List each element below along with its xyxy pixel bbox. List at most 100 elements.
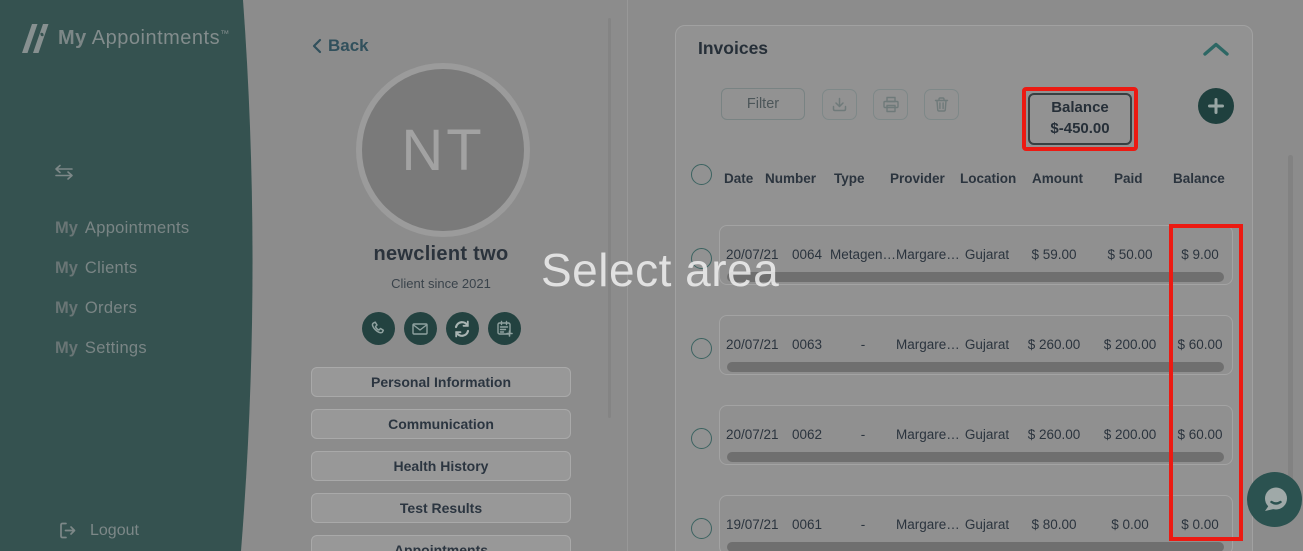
row-select-radio[interactable] <box>691 338 712 359</box>
email-client-button[interactable] <box>404 312 437 345</box>
invoice-progress-bar <box>727 452 1224 462</box>
download-button[interactable] <box>822 89 857 120</box>
client-since: Client since 2021 <box>246 276 636 291</box>
section-appointments-button[interactable]: Appointments <box>311 535 571 551</box>
sync-icon <box>452 319 472 339</box>
section-personal-information-button[interactable]: Personal Information <box>311 367 571 397</box>
filter-button[interactable]: Filter <box>721 88 805 120</box>
sidebar: MyAppointments™ MyAppointments MyClients… <box>0 0 260 551</box>
cell-provider: Margare… <box>896 515 958 535</box>
back-button[interactable]: Back <box>312 36 369 56</box>
cell-number: 0062 <box>792 425 830 445</box>
delete-button[interactable] <box>924 89 959 120</box>
sidebar-item-my-settings[interactable]: MySettings <box>55 339 189 357</box>
call-client-button[interactable] <box>362 312 395 345</box>
header-date: Date <box>724 171 753 186</box>
cell-paid: $ 0.00 <box>1092 515 1168 535</box>
cell-amount: $ 260.00 <box>1016 335 1092 355</box>
sync-client-button[interactable] <box>446 312 479 345</box>
client-profile-panel: Back NT newclient two Client since 2021 <box>246 0 636 551</box>
cell-paid: $ 200.00 <box>1092 335 1168 355</box>
phone-icon <box>369 320 387 338</box>
header-provider: Provider <box>890 171 945 186</box>
invoice-progress-bar <box>727 362 1224 372</box>
client-name: newclient two <box>246 243 636 266</box>
print-icon <box>881 95 901 114</box>
invoice-row[interactable]: 19/07/21 0061 - Margare… Gujarat $ 80.00… <box>719 495 1233 551</box>
cell-number: 0063 <box>792 335 830 355</box>
sidebar-item-my-clients[interactable]: MyClients <box>55 259 189 277</box>
download-icon <box>830 96 849 114</box>
cell-provider: Margare… <box>896 335 958 355</box>
sidebar-nav: MyAppointments MyClients MyOrders MySett… <box>55 219 189 379</box>
row-select-radio[interactable] <box>691 518 712 539</box>
cell-amount: $ 59.00 <box>1016 245 1092 265</box>
cell-number: 0061 <box>792 515 830 535</box>
back-chevron-icon <box>312 38 322 54</box>
cell-balance: $ 0.00 <box>1168 515 1232 535</box>
balance-value: $-450.00 <box>1034 118 1126 139</box>
cell-provider: Margare… <box>896 425 958 445</box>
collapse-sidebar-icon[interactable] <box>52 160 76 184</box>
chat-icon <box>1258 483 1292 517</box>
invoice-row[interactable]: 20/07/21 0063 - Margare… Gujarat $ 260.0… <box>719 315 1233 375</box>
header-type: Type <box>834 171 865 186</box>
app-window: MyAppointments™ MyAppointments MyClients… <box>0 0 1303 551</box>
add-invoice-button[interactable] <box>1198 88 1234 124</box>
cell-location: Gujarat <box>958 425 1016 445</box>
chat-button[interactable] <box>1247 472 1302 527</box>
client-avatar: NT <box>356 63 530 237</box>
logout-icon <box>57 520 78 541</box>
print-button[interactable] <box>873 89 908 120</box>
cell-balance: $ 60.00 <box>1168 335 1232 355</box>
cell-location: Gujarat <box>958 515 1016 535</box>
calendar-add-icon <box>495 319 514 338</box>
add-icon <box>1207 97 1225 115</box>
sidebar-item-my-appointments[interactable]: MyAppointments <box>55 219 189 237</box>
invoice-progress-bar <box>727 542 1224 551</box>
cell-type: - <box>830 425 896 445</box>
cell-date: 20/07/21 <box>720 425 792 445</box>
header-amount: Amount <box>1032 171 1083 186</box>
invoice-table-header: Date Number Type Provider Location Amoun… <box>676 171 1252 189</box>
cell-paid: $ 50.00 <box>1092 245 1168 265</box>
cell-location: Gujarat <box>958 335 1016 355</box>
cell-amount: $ 80.00 <box>1016 515 1092 535</box>
logout-button[interactable]: Logout <box>57 520 139 541</box>
balance-annotation-box: Balance $-450.00 <box>1022 87 1138 151</box>
page-scrollbar[interactable] <box>1288 155 1293 490</box>
client-initials: NT <box>401 117 484 184</box>
invoice-row[interactable]: 20/07/21 0062 - Margare… Gujarat $ 260.0… <box>719 405 1233 465</box>
header-balance: Balance <box>1173 171 1225 186</box>
trash-icon <box>932 95 951 114</box>
cell-type: Metagen… <box>830 245 896 265</box>
collapse-section-icon[interactable] <box>1202 41 1230 57</box>
section-test-results-button[interactable]: Test Results <box>311 493 571 523</box>
add-appointment-button[interactable] <box>488 312 521 345</box>
invoices-panel: Invoices Filter <box>675 25 1253 551</box>
cell-balance: $ 60.00 <box>1168 425 1232 445</box>
cell-number: 0064 <box>792 245 830 265</box>
header-number: Number <box>765 171 816 186</box>
brand-logo-icon <box>22 24 49 53</box>
cell-amount: $ 260.00 <box>1016 425 1092 445</box>
cell-type: - <box>830 335 896 355</box>
row-select-radio[interactable] <box>691 248 712 269</box>
cell-date: 19/07/21 <box>720 515 792 535</box>
cell-provider: Margare… <box>896 245 958 265</box>
section-communication-button[interactable]: Communication <box>311 409 571 439</box>
cell-date: 20/07/21 <box>720 335 792 355</box>
client-action-buttons <box>246 312 636 345</box>
invoices-title: Invoices <box>698 38 768 59</box>
cell-balance: $ 9.00 <box>1168 245 1232 265</box>
cell-date: 20/07/21 <box>720 245 792 265</box>
section-health-history-button[interactable]: Health History <box>311 451 571 481</box>
balance-summary[interactable]: Balance $-450.00 <box>1028 93 1132 145</box>
brand-logo: MyAppointments™ <box>22 24 230 53</box>
invoice-row[interactable]: 20/07/21 0064 Metagen… Margare… Gujarat … <box>719 225 1233 285</box>
email-icon <box>411 320 429 338</box>
row-select-radio[interactable] <box>691 428 712 449</box>
cell-location: Gujarat <box>958 245 1016 265</box>
header-location: Location <box>960 171 1016 186</box>
sidebar-item-my-orders[interactable]: MyOrders <box>55 299 189 317</box>
